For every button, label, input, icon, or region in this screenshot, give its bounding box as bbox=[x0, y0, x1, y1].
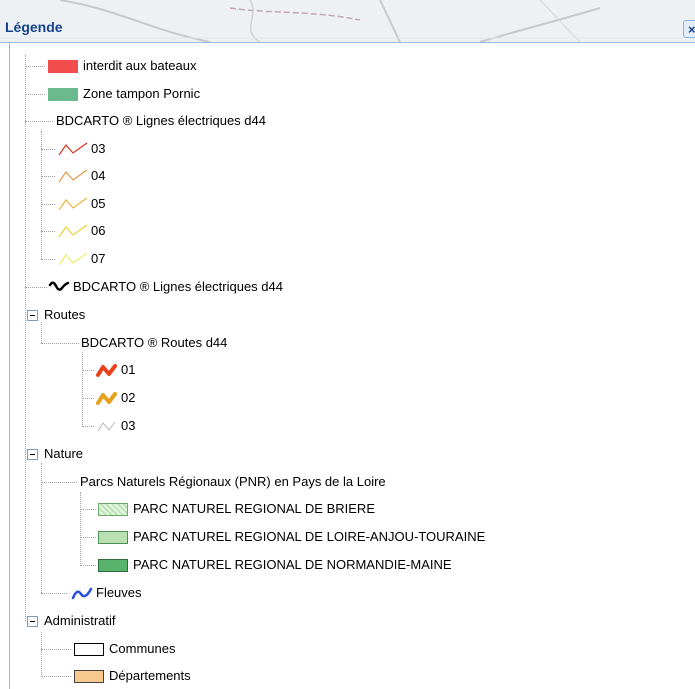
group-label: Parcs Naturels Régionaux (PNR) en Pays d… bbox=[80, 474, 386, 489]
routes-subgroup: BDCARTO ® Routes d44 bbox=[81, 332, 227, 354]
outline-swatch bbox=[74, 642, 104, 656]
collapse-icon[interactable] bbox=[27, 448, 38, 460]
legend-item-interdit: interdit aux bateaux bbox=[48, 55, 196, 77]
pnr-item-normandie: PARC NATUREL REGIONAL DE NORMANDIE-MAINE bbox=[98, 554, 452, 576]
panel-border bbox=[9, 43, 10, 689]
legend-item-label: PARC NATUREL REGIONAL DE BRIERE bbox=[133, 501, 375, 516]
lignes-single-item: BDCARTO ® Lignes électriques d44 bbox=[48, 276, 283, 298]
legend-item-label: 03 bbox=[91, 141, 106, 156]
legend-item-label: 01 bbox=[121, 362, 136, 377]
collapse-icon[interactable] bbox=[27, 615, 38, 627]
legend-item-label: interdit aux bateaux bbox=[83, 58, 197, 73]
nature-subgroup: Parcs Naturels Régionaux (PNR) en Pays d… bbox=[80, 471, 386, 493]
group-label: Administratif bbox=[44, 613, 116, 628]
river-line-icon bbox=[71, 587, 93, 600]
legend-item-label: 02 bbox=[121, 390, 136, 405]
administratif-group-header[interactable]: Administratif bbox=[27, 610, 116, 632]
lignes-item-05: 05 bbox=[57, 193, 105, 215]
legend-item-label: PARC NATUREL REGIONAL DE LOIRE-ANJOU-TOU… bbox=[133, 529, 486, 544]
group-label: Nature bbox=[44, 446, 84, 461]
group-label: Routes bbox=[44, 307, 86, 322]
nature-group-header[interactable]: Nature bbox=[27, 443, 83, 465]
legend-panel-header: Légende × bbox=[0, 0, 695, 43]
legend-item-label: 06 bbox=[91, 223, 106, 238]
line-symbol-icon bbox=[58, 197, 88, 211]
routes-item-03: 03 bbox=[95, 415, 135, 437]
pnr-item-briere: PARC NATUREL REGIONAL DE BRIERE bbox=[98, 498, 375, 520]
orange-swatch bbox=[74, 669, 104, 683]
line-symbol-icon bbox=[58, 252, 88, 266]
red-swatch bbox=[48, 59, 78, 73]
line-symbol-icon bbox=[96, 364, 117, 377]
routes-item-02: 02 bbox=[95, 387, 135, 409]
fleuves-item: Fleuves bbox=[70, 582, 142, 604]
legend-title: Légende bbox=[5, 19, 63, 35]
lignes-item-07: 07 bbox=[57, 248, 105, 270]
map-background bbox=[0, 0, 695, 42]
lignes-item-04: 04 bbox=[57, 165, 105, 187]
lignes-item-06: 06 bbox=[57, 220, 105, 242]
legend-item-label: PARC NATUREL REGIONAL DE NORMANDIE-MAINE bbox=[133, 557, 452, 572]
line-symbol-icon bbox=[58, 224, 88, 238]
legend-item-zone-tampon: Zone tampon Pornic bbox=[48, 83, 200, 105]
legend-item-label: 07 bbox=[91, 251, 106, 266]
line-symbol-icon bbox=[58, 142, 88, 156]
hatched-green-swatch bbox=[98, 502, 128, 516]
legend-item-label: 04 bbox=[91, 168, 106, 183]
green-swatch bbox=[48, 87, 78, 101]
legend-item-label: Zone tampon Pornic bbox=[83, 86, 201, 101]
dark-green-swatch bbox=[98, 558, 128, 572]
legend-item-label: 05 bbox=[91, 196, 106, 211]
group-label: BDCARTO ® Routes d44 bbox=[81, 335, 228, 350]
routes-group-header[interactable]: Routes bbox=[27, 304, 85, 326]
light-green-swatch bbox=[98, 530, 128, 544]
line-symbol-icon bbox=[96, 392, 117, 405]
legend-item-label: Départements bbox=[109, 668, 191, 683]
routes-item-01: 01 bbox=[95, 359, 135, 381]
collapse-icon[interactable] bbox=[27, 309, 38, 321]
departements-item: Départements bbox=[74, 665, 191, 687]
pnr-item-loire-anjou: PARC NATUREL REGIONAL DE LOIRE-ANJOU-TOU… bbox=[98, 526, 485, 548]
group-label: BDCARTO ® Lignes électriques d44 bbox=[56, 113, 266, 128]
legend-item-label: Communes bbox=[109, 641, 176, 656]
line-symbol-icon bbox=[97, 421, 116, 432]
close-button[interactable]: × bbox=[683, 20, 695, 38]
legend-item-label: 03 bbox=[121, 418, 136, 433]
line-symbol-icon bbox=[48, 281, 70, 291]
communes-item: Communes bbox=[74, 638, 175, 660]
legend-item-label: BDCARTO ® Lignes électriques d44 bbox=[73, 279, 283, 294]
lignes-item-03: 03 bbox=[57, 138, 105, 160]
legend-item-label: Fleuves bbox=[96, 585, 142, 600]
lignes-group-title: BDCARTO ® Lignes électriques d44 bbox=[56, 110, 266, 132]
line-symbol-icon bbox=[58, 169, 88, 183]
